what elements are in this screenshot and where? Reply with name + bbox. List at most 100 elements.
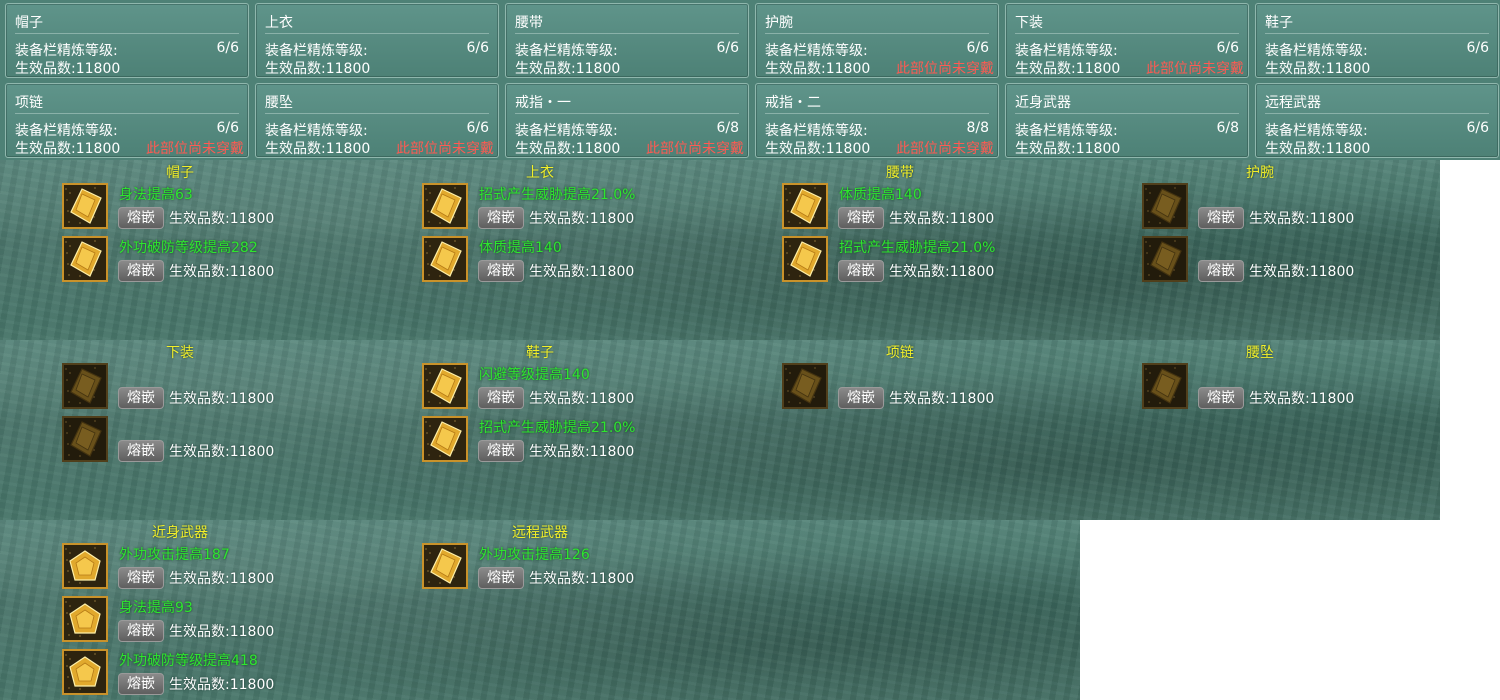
gem-panel-title: 上衣 <box>526 165 554 181</box>
slot-card-divider <box>265 113 489 114</box>
inlay-button[interactable]: 熔嵌 <box>478 440 524 462</box>
inlay-button[interactable]: 熔嵌 <box>838 387 884 409</box>
effective-count: 生效品数:11800 <box>515 58 620 78</box>
gem-effective-count-value: 11800 <box>589 391 635 407</box>
gem-icon[interactable] <box>422 416 468 462</box>
gem-effective-count-value: 11800 <box>589 211 635 227</box>
refine-level-value: 6/6 <box>1466 120 1489 136</box>
inlay-button[interactable]: 熔嵌 <box>838 260 884 282</box>
refine-level-label: 装备栏精炼等级: <box>765 123 868 139</box>
slot-card[interactable]: 戒指・二 装备栏精炼等级: 8/8 生效品数:11800 此部位尚未穿戴 <box>755 83 999 158</box>
effective-count: 生效品数:11800 <box>15 138 120 158</box>
inlay-button[interactable]: 熔嵌 <box>118 387 164 409</box>
inlay-button[interactable]: 熔嵌 <box>478 207 524 229</box>
effective-count: 生效品数:11800 <box>765 58 870 78</box>
slot-card[interactable]: 项链 装备栏精炼等级: 6/6 生效品数:11800 此部位尚未穿戴 <box>5 83 249 158</box>
gem-panel: 项链 熔嵌 生效品数:11800 <box>720 340 1080 520</box>
slot-card[interactable]: 鞋子 装备栏精炼等级: 6/6 生效品数:11800 <box>1255 3 1499 78</box>
inlay-button[interactable]: 熔嵌 <box>478 567 524 589</box>
inlay-button[interactable]: 熔嵌 <box>118 260 164 282</box>
gem-icon[interactable] <box>782 236 828 282</box>
gem-icon[interactable] <box>62 183 108 229</box>
slot-card[interactable]: 下装 装备栏精炼等级: 6/6 生效品数:11800 此部位尚未穿戴 <box>1005 3 1249 78</box>
refine-level-value: 6/8 <box>716 120 739 136</box>
slot-card[interactable]: 戒指・一 装备栏精炼等级: 6/8 生效品数:11800 此部位尚未穿戴 <box>505 83 749 158</box>
inlay-button[interactable]: 熔嵌 <box>838 207 884 229</box>
inlay-button[interactable]: 熔嵌 <box>118 207 164 229</box>
gem-icon[interactable] <box>1142 236 1188 282</box>
refine-level-value: 6/6 <box>466 40 489 56</box>
inlay-button[interactable]: 熔嵌 <box>118 673 164 695</box>
gem-effective-count: 生效品数:11800 <box>169 674 274 694</box>
gem-icon[interactable] <box>62 363 108 409</box>
refine-level-value: 8/8 <box>966 120 989 136</box>
gem-icon[interactable] <box>62 543 108 589</box>
gem-panel-title: 腰带 <box>886 165 914 181</box>
gem-icon[interactable] <box>422 543 468 589</box>
gem-icon[interactable] <box>1142 363 1188 409</box>
refine-level-value: 6/6 <box>216 40 239 56</box>
slot-card-divider <box>1265 33 1489 34</box>
inlay-button[interactable]: 熔嵌 <box>118 440 164 462</box>
gem-effective-count-label: 生效品数: <box>169 264 230 280</box>
gem-effective-count-value: 11800 <box>949 211 995 227</box>
inlay-button[interactable]: 熔嵌 <box>118 567 164 589</box>
effective-count-value: 11800 <box>575 141 621 157</box>
gem-icon[interactable] <box>422 183 468 229</box>
refine-level-label: 装备栏精炼等级: <box>15 43 118 59</box>
slot-card-divider <box>765 113 989 114</box>
inlay-button[interactable]: 熔嵌 <box>1198 207 1244 229</box>
gem-effective-count-value: 11800 <box>229 444 275 460</box>
refine-level-label: 装备栏精炼等级: <box>265 123 368 139</box>
gem-effective-count: 生效品数:11800 <box>529 568 634 588</box>
effective-count: 生效品数:11800 <box>265 58 370 78</box>
slot-card[interactable]: 帽子 装备栏精炼等级: 6/6 生效品数:11800 <box>5 3 249 78</box>
gem-effective-count: 生效品数:11800 <box>169 261 274 281</box>
inlay-button[interactable]: 熔嵌 <box>1198 260 1244 282</box>
slot-card[interactable]: 腰带 装备栏精炼等级: 6/6 生效品数:11800 <box>505 3 749 78</box>
effective-count-label: 生效品数: <box>1015 141 1076 157</box>
gem-effect-text: 外功破防等级提高282 <box>119 240 258 256</box>
slot-card-divider <box>1015 113 1239 114</box>
gem-icon[interactable] <box>62 649 108 695</box>
slot-card[interactable]: 护腕 装备栏精炼等级: 6/6 生效品数:11800 此部位尚未穿戴 <box>755 3 999 78</box>
effective-count-label: 生效品数: <box>515 141 576 157</box>
slot-card[interactable]: 上衣 装备栏精炼等级: 6/6 生效品数:11800 <box>255 3 499 78</box>
gem-icon[interactable] <box>422 236 468 282</box>
gem-icon[interactable] <box>782 363 828 409</box>
gem-icon[interactable] <box>62 596 108 642</box>
gem-effect-text: 身法提高93 <box>119 600 193 616</box>
gem-panel: 下装 熔嵌 生效品数:11800 熔嵌 生效品数:11800 <box>0 340 360 520</box>
slot-card-title: 上衣 <box>265 15 293 31</box>
effective-count-value: 11800 <box>1325 61 1371 77</box>
inlay-button[interactable]: 熔嵌 <box>118 620 164 642</box>
gem-slot-row: 外功破防等级提高418 熔嵌 生效品数:11800 <box>62 649 352 699</box>
gem-slot-row: 招式产生威胁提高21.0% 熔嵌 生效品数:11800 <box>422 183 712 233</box>
gem-slot-row: 熔嵌 生效品数:11800 <box>1142 236 1432 286</box>
inlay-button[interactable]: 熔嵌 <box>478 260 524 282</box>
gem-effective-count: 生效品数:11800 <box>1249 261 1354 281</box>
gem-effective-count-value: 11800 <box>229 391 275 407</box>
inlay-button[interactable]: 熔嵌 <box>478 387 524 409</box>
refine-level-label: 装备栏精炼等级: <box>515 123 618 139</box>
gem-panel-title: 近身武器 <box>152 525 208 541</box>
gem-effective-count: 生效品数:11800 <box>1249 208 1354 228</box>
slot-card[interactable]: 远程武器 装备栏精炼等级: 6/6 生效品数:11800 <box>1255 83 1499 158</box>
not-equipped-warning: 此部位尚未穿戴 <box>396 141 494 157</box>
effective-count: 生效品数:11800 <box>515 138 620 158</box>
inlay-button[interactable]: 熔嵌 <box>1198 387 1244 409</box>
gem-panel: 腰坠 熔嵌 生效品数:11800 <box>1080 340 1440 520</box>
slot-card[interactable]: 腰坠 装备栏精炼等级: 6/6 生效品数:11800 此部位尚未穿戴 <box>255 83 499 158</box>
slot-card[interactable]: 近身武器 装备栏精炼等级: 6/8 生效品数:11800 <box>1005 83 1249 158</box>
gem-icon[interactable] <box>62 236 108 282</box>
slot-card-title: 下装 <box>1015 15 1043 31</box>
gem-icon[interactable] <box>62 416 108 462</box>
gem-icon[interactable] <box>422 363 468 409</box>
gem-icon[interactable] <box>1142 183 1188 229</box>
slot-card-title: 腰带 <box>515 15 543 31</box>
gem-slot-row: 外功破防等级提高282 熔嵌 生效品数:11800 <box>62 236 352 286</box>
gem-panel-title: 下装 <box>166 345 194 361</box>
gem-effective-count-value: 11800 <box>229 677 275 693</box>
gem-icon[interactable] <box>782 183 828 229</box>
effective-count: 生效品数:11800 <box>1015 58 1120 78</box>
